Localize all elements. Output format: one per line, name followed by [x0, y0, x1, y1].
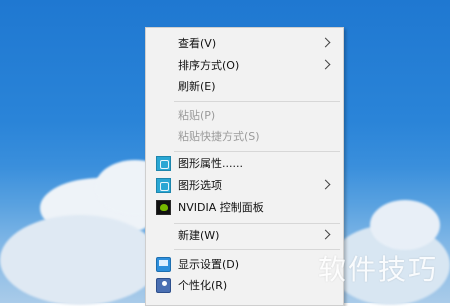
menu-separator: [174, 151, 340, 152]
menu-item-label: 图形属性......: [178, 157, 243, 170]
menu-separator: [174, 249, 340, 250]
personalize-icon: [156, 278, 171, 293]
menu-item-nvidia-control-panel[interactable]: NVIDIA 控制面板: [146, 197, 343, 218]
menu-item-sort-by[interactable]: 排序方式(O): [146, 55, 343, 76]
desktop-context-menu: 查看(V) 排序方式(O) 刷新(E) 粘贴(P) 粘贴快捷方式(S) 图形属性…: [145, 27, 344, 306]
menu-item-refresh[interactable]: 刷新(E): [146, 76, 343, 97]
menu-item-new[interactable]: 新建(W): [146, 225, 343, 246]
display-settings-icon: [156, 257, 171, 272]
menu-item-view[interactable]: 查看(V): [146, 33, 343, 54]
chevron-right-icon: [320, 229, 331, 240]
menu-separator: [174, 101, 340, 102]
menu-item-graphics-options[interactable]: 图形选项: [146, 175, 343, 196]
menu-item-label: 显示设置(D): [178, 258, 240, 271]
menu-item-label: 排序方式(O): [178, 59, 240, 72]
menu-item-label: 粘贴快捷方式(S): [178, 130, 260, 143]
nvidia-icon: [156, 200, 171, 215]
chevron-right-icon: [320, 179, 331, 190]
menu-item-label: 粘贴(P): [178, 109, 216, 122]
menu-item-graphics-properties[interactable]: 图形属性......: [146, 153, 343, 174]
intel-graphics-icon: [156, 178, 171, 193]
menu-item-label: 个性化(R): [178, 279, 228, 292]
chevron-right-icon: [320, 37, 331, 48]
menu-item-label: 查看(V): [178, 37, 217, 50]
menu-separator: [174, 223, 340, 224]
intel-graphics-icon: [156, 156, 171, 171]
menu-item-label: 图形选项: [178, 179, 222, 192]
cloud: [370, 200, 440, 250]
chevron-right-icon: [320, 59, 331, 70]
menu-item-paste[interactable]: 粘贴(P): [146, 105, 343, 126]
watermark-text: 软件技巧: [318, 253, 439, 286]
menu-item-paste-shortcut[interactable]: 粘贴快捷方式(S): [146, 126, 343, 147]
menu-item-personalize[interactable]: 个性化(R): [146, 275, 343, 296]
menu-item-display-settings[interactable]: 显示设置(D): [146, 254, 343, 275]
menu-item-label: NVIDIA 控制面板: [178, 201, 264, 214]
menu-item-label: 刷新(E): [178, 80, 216, 93]
menu-item-label: 新建(W): [178, 229, 220, 242]
cloud: [0, 215, 160, 305]
